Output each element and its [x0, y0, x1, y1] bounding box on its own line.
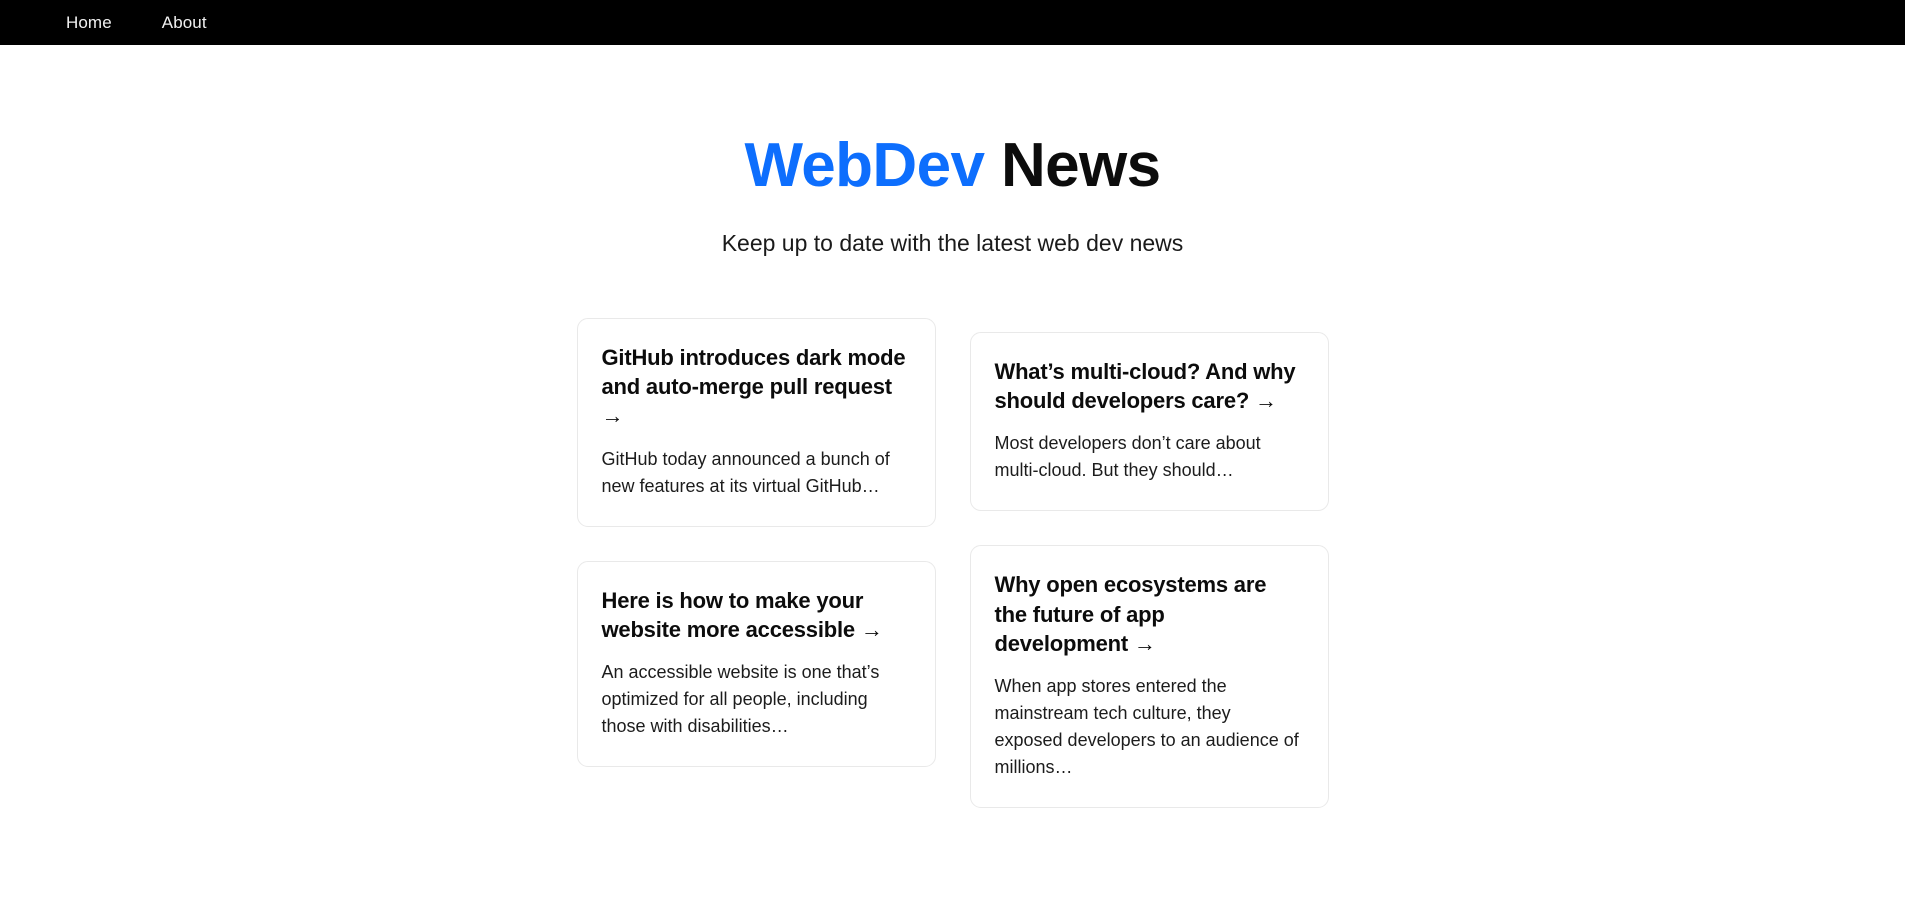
article-card-title-text: Why open ecosystems are the future of ap…	[994, 572, 1267, 656]
article-card-title: GitHub introduces dark mode and auto-mer…	[602, 343, 911, 431]
article-card-grid: GitHub introduces dark mode and auto-mer…	[576, 259, 1329, 842]
nav-link-about[interactable]: About	[162, 14, 207, 31]
arrow-right-icon: →	[601, 403, 624, 429]
article-column-left: GitHub introduces dark mode and auto-mer…	[576, 317, 936, 801]
article-card[interactable]: Here is how to make your website more ac…	[576, 560, 936, 768]
arrow-right-icon: →	[1133, 630, 1156, 656]
article-card[interactable]: Why open ecosystems are the future of ap…	[969, 545, 1329, 809]
article-card-description: Most developers don’t care about multi-c…	[994, 433, 1261, 481]
article-column-right: What’s multi-cloud? And why should devel…	[969, 318, 1329, 842]
nav-link-home[interactable]: Home	[66, 14, 112, 31]
page-title: WebDev News	[0, 133, 1905, 198]
article-card-title: Here is how to make your website more ac…	[602, 586, 911, 645]
article-card-title-text: GitHub introduces dark mode and auto-mer…	[601, 344, 906, 400]
page-title-rest: News	[984, 131, 1161, 200]
article-card-description: When app stores entered the mainstream t…	[994, 676, 1299, 778]
page-content: WebDev News Keep up to date with the lat…	[0, 45, 1905, 914]
article-card[interactable]: What’s multi-cloud? And why should devel…	[969, 331, 1329, 512]
article-card-title-text: What’s multi-cloud? And why should devel…	[994, 358, 1296, 414]
article-card-description: An accessible website is one that’s opti…	[601, 662, 880, 737]
article-card-title: What’s multi-cloud? And why should devel…	[995, 357, 1304, 416]
arrow-right-icon: →	[860, 616, 883, 642]
article-card-title-text: Here is how to make your website more ac…	[601, 587, 864, 642]
page-tagline: Keep up to date with the latest web dev …	[721, 230, 1184, 257]
top-navbar: Home About	[0, 0, 1905, 45]
article-card[interactable]: GitHub introduces dark mode and auto-mer…	[576, 317, 936, 527]
article-card-title: Why open ecosystems are the future of ap…	[995, 570, 1304, 658]
site-header: WebDev News Keep up to date with the lat…	[0, 45, 1905, 259]
page-title-accent: WebDev	[744, 131, 985, 200]
arrow-right-icon: →	[1255, 388, 1277, 414]
article-card-description: GitHub today announced a bunch of new fe…	[601, 448, 890, 496]
